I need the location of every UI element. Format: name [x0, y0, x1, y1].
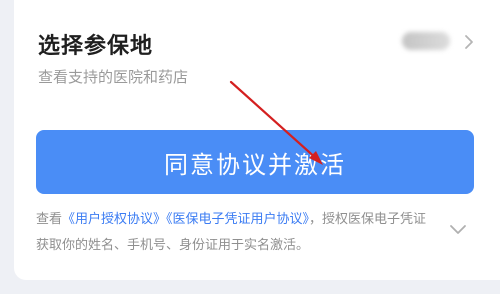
agree-and-activate-button[interactable]: 同意协议并激活 — [36, 130, 474, 194]
user-authorization-agreement-link[interactable]: 《用户授权协议》 — [62, 212, 166, 227]
insurance-location-title[interactable]: 选择参保地 — [38, 28, 153, 60]
chevron-down-icon[interactable] — [448, 222, 468, 236]
agreement-text: 查看《用户授权协议》《医保电子凭证用户协议》，授权医保电子凭证获取你的姓名、手机… — [36, 207, 436, 259]
insurance-location-subtitle: 查看支持的医院和药店 — [38, 68, 189, 86]
chevron-right-icon[interactable] — [462, 33, 476, 51]
medical-insurance-voucher-agreement-link[interactable]: 《医保电子凭证用户协议》 — [166, 212, 309, 227]
agreement-prefix: 查看 — [36, 212, 63, 227]
selected-region-value[interactable]: 北京 — [402, 32, 450, 50]
